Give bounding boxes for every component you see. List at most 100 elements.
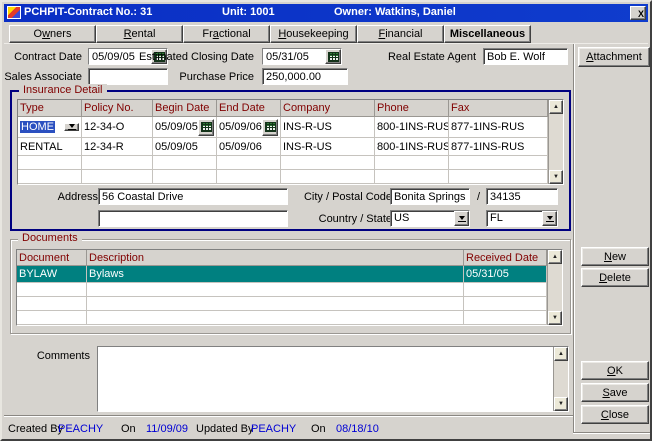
insurance-col-policy-no: Policy No. — [82, 100, 153, 117]
empty-cell[interactable] — [17, 297, 87, 311]
insurance-col-end-date: End Date — [217, 100, 281, 117]
insurance-begin-date-cell[interactable]: 05/09/05 — [153, 117, 217, 138]
type-dropdown-button[interactable] — [64, 123, 79, 131]
close-window-button[interactable]: X — [630, 6, 646, 20]
empty-cell[interactable] — [18, 156, 82, 170]
empty-cell[interactable] — [87, 297, 464, 311]
empty-cell[interactable] — [17, 311, 87, 325]
empty-cell[interactable] — [18, 170, 82, 184]
received-date-cell[interactable]: 05/31/05 — [464, 266, 547, 283]
arrow-down-icon: ▼ — [558, 401, 564, 407]
ok-button[interactable]: OK — [581, 361, 649, 380]
insurance-company-cell[interactable]: INS-R-US — [281, 117, 375, 138]
titlebar[interactable]: PCHPIT-Contract No.: 31 Unit: 1001 Owner… — [4, 4, 648, 22]
empty-cell[interactable] — [87, 311, 464, 325]
tab-base-line — [4, 43, 648, 44]
insurance-company-cell[interactable]: INS-R-US — [281, 138, 375, 156]
insurance-end-date-cell[interactable]: 05/09/06 — [217, 138, 281, 156]
tab-miscellaneous[interactable]: Miscellaneous — [444, 25, 531, 43]
state-combo[interactable]: FL — [486, 210, 558, 227]
empty-cell[interactable] — [153, 170, 217, 184]
documents-legend: Documents — [18, 232, 82, 244]
scroll-down-button[interactable]: ▼ — [548, 311, 562, 325]
address-line2-input[interactable] — [98, 210, 288, 227]
empty-cell[interactable] — [375, 170, 449, 184]
insurance-policy-cell[interactable]: 12-34-R — [82, 138, 153, 156]
empty-cell[interactable] — [281, 156, 375, 170]
insurance-fax-cell[interactable]: 877-1INS-RUS — [449, 138, 548, 156]
empty-cell[interactable] — [375, 156, 449, 170]
documents-col-description: Description — [87, 250, 464, 266]
empty-cell[interactable] — [464, 297, 547, 311]
insurance-end-date-cell[interactable]: 05/09/06 — [217, 117, 281, 138]
delete-button[interactable]: Delete — [581, 268, 649, 287]
empty-cell[interactable] — [217, 170, 281, 184]
insurance-table: Type Policy No. Begin Date End Date Comp… — [17, 99, 564, 185]
scroll-down-button[interactable]: ▼ — [554, 397, 568, 411]
save-button[interactable]: Save — [581, 383, 649, 402]
empty-cell[interactable] — [449, 170, 548, 184]
new-button[interactable]: New — [581, 247, 649, 266]
tab-rental[interactable]: Rental — [96, 25, 183, 43]
insurance-policy-cell[interactable]: 12-34-O — [82, 117, 153, 138]
address-input[interactable] — [98, 188, 288, 205]
empty-cell[interactable] — [82, 170, 153, 184]
empty-cell[interactable] — [17, 283, 87, 297]
country-value: US — [391, 211, 454, 226]
documents-table: Document Description Received Date BYLAW… — [16, 249, 563, 326]
begin-date-calendar-button[interactable] — [198, 119, 214, 136]
postal-code-input[interactable] — [486, 188, 558, 205]
documents-row-empty — [17, 311, 547, 325]
documents-row-empty — [17, 297, 547, 311]
arrow-up-icon: ▲ — [552, 254, 558, 260]
documents-row-bylaw[interactable]: BYLAW Bylaws 05/31/05 — [17, 266, 547, 283]
purchase-price-input[interactable] — [262, 68, 348, 85]
estimated-closing-date-input[interactable] — [263, 49, 325, 64]
description-cell[interactable]: Bylaws — [87, 266, 464, 283]
document-cell[interactable]: BYLAW — [17, 266, 87, 283]
estimated-closing-date-calendar-button[interactable] — [325, 49, 341, 64]
comments-textarea[interactable] — [98, 347, 553, 411]
insurance-scrollbar[interactable]: ▲ ▼ — [548, 100, 563, 184]
scroll-down-button[interactable]: ▼ — [549, 170, 563, 184]
insurance-col-company: Company — [281, 100, 375, 117]
tab-owners[interactable]: Owners — [9, 25, 96, 43]
empty-cell[interactable] — [153, 156, 217, 170]
end-date-calendar-button[interactable] — [262, 119, 278, 136]
end-date-value: 05/09/06 — [219, 121, 262, 133]
empty-cell[interactable] — [217, 156, 281, 170]
country-combo[interactable]: US — [390, 210, 470, 227]
empty-cell[interactable] — [281, 170, 375, 184]
insurance-phone-cell[interactable]: 800-1INS-RUS — [375, 138, 449, 156]
insurance-type-cell[interactable]: RENTAL — [18, 138, 82, 156]
real-estate-agent-input[interactable] — [483, 48, 568, 65]
sales-associate-label: Sales Associate — [4, 71, 82, 83]
empty-cell[interactable] — [449, 156, 548, 170]
insurance-fax-cell[interactable]: 877-1INS-RUS — [449, 117, 548, 138]
window-title-owner: Owner: Watkins, Daniel — [334, 6, 456, 18]
scroll-up-button[interactable]: ▲ — [549, 100, 563, 114]
comments-scrollbar[interactable]: ▲ ▼ — [553, 347, 568, 411]
state-dropdown-button[interactable] — [542, 211, 557, 226]
city-input[interactable] — [390, 188, 470, 205]
close-button[interactable]: Close — [581, 405, 649, 424]
insurance-type-combo[interactable]: HOME — [18, 117, 82, 138]
tab-financial[interactable]: Financial — [357, 25, 444, 43]
sales-associate-input[interactable] — [88, 68, 168, 85]
empty-cell[interactable] — [464, 283, 547, 297]
empty-cell[interactable] — [464, 311, 547, 325]
empty-cell[interactable] — [82, 156, 153, 170]
country-dropdown-button[interactable] — [454, 211, 469, 226]
empty-cell[interactable] — [87, 283, 464, 297]
tab-fractional[interactable]: Fractional — [183, 25, 270, 43]
insurance-phone-cell[interactable]: 800-1INS-RUS — [375, 117, 449, 138]
state-value: FL — [487, 211, 542, 226]
attachment-button[interactable]: Attachment — [578, 47, 650, 67]
scroll-up-button[interactable]: ▲ — [554, 347, 568, 361]
updated-on-value: 08/18/10 — [336, 423, 379, 435]
documents-scrollbar[interactable]: ▲ ▼ — [547, 250, 562, 325]
insurance-col-begin-date: Begin Date — [153, 100, 217, 117]
insurance-begin-date-cell[interactable]: 05/09/05 — [153, 138, 217, 156]
tab-housekeeping[interactable]: Housekeeping — [270, 25, 357, 43]
scroll-up-button[interactable]: ▲ — [548, 250, 562, 264]
